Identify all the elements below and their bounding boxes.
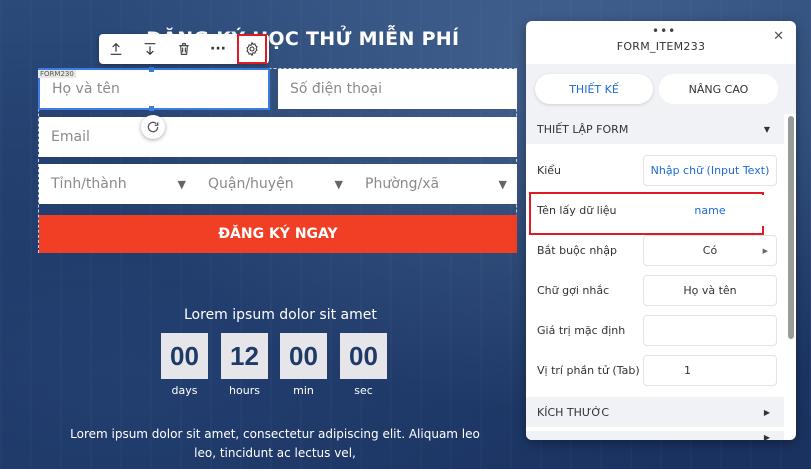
district-select-placeholder: Quận/huyện: [208, 176, 294, 192]
section-form-settings-label: THIẾT LẬP FORM: [537, 122, 629, 136]
email-input[interactable]: Email: [39, 117, 517, 157]
drag-handle-icon[interactable]: •••: [652, 24, 676, 38]
ward-select-placeholder: Phường/xã: [365, 176, 440, 192]
caret-right-icon: ▶: [762, 246, 768, 255]
caret-down-icon: ▼: [763, 124, 770, 134]
countdown-minutes: 00: [280, 333, 327, 379]
ward-select[interactable]: Phường/xã ▼: [353, 164, 517, 204]
placeholder-value: Họ và tên: [683, 284, 737, 297]
caret-right-icon: ▶: [763, 432, 770, 441]
rotate-icon: [147, 121, 159, 133]
chevron-down-icon: ▼: [177, 177, 186, 191]
phone-input-placeholder: Số điện thoại: [290, 81, 383, 97]
body-paragraph: Lorem ipsum dolor sit amet, consectetur …: [70, 427, 480, 460]
type-select[interactable]: Nhập chữ (Input Text): [643, 155, 777, 186]
email-input-placeholder: Email: [51, 129, 90, 145]
element-toolbar: ···: [99, 34, 269, 64]
countdown-days: 00: [161, 333, 208, 379]
required-label: Bắt buộc nhập: [537, 244, 617, 257]
province-select-placeholder: Tỉnh/thành: [51, 176, 127, 192]
tab-index-input[interactable]: 1: [643, 355, 777, 386]
form-tag: FORM230: [38, 70, 76, 78]
data-name-input[interactable]: name: [643, 195, 777, 226]
countdown-hours-label: hours: [229, 384, 260, 397]
required-select[interactable]: Có ▶: [643, 235, 777, 266]
data-name-label: Tên lấy dữ liệu: [537, 204, 617, 217]
settings-panel: ••• ✕ FORM_ITEM233 THIẾT KẾ NÂNG CAO THI…: [526, 21, 796, 440]
move-up-icon: [110, 42, 122, 55]
rotate-handle[interactable]: [141, 115, 165, 139]
countdown-heading: Lorem ipsum dolor sit amet: [184, 307, 377, 323]
caret-right-icon: ▶: [763, 407, 770, 417]
countdown-seconds-label: sec: [354, 384, 373, 397]
default-value-input[interactable]: [643, 315, 777, 346]
tab-advanced[interactable]: NÂNG CAO: [659, 74, 778, 104]
tab-design[interactable]: THIẾT KẾ: [535, 74, 653, 104]
more-icon: ···: [210, 41, 226, 57]
countdown-hours: 12: [221, 333, 268, 379]
tab-index-value: 1: [684, 364, 691, 377]
placeholder-label: Chữ gợi nhắc: [537, 284, 610, 297]
countdown-days-label: days: [171, 384, 198, 397]
section-size-label: KÍCH THƯỚC: [537, 405, 610, 419]
move-down-button[interactable]: [133, 34, 167, 64]
placeholder-input[interactable]: Họ và tên: [643, 275, 777, 306]
panel-scrollbar[interactable]: [788, 116, 794, 339]
type-label: Kiểu: [537, 164, 562, 177]
trash-icon: [179, 43, 189, 55]
phone-input[interactable]: Số điện thoại: [278, 69, 517, 109]
tab-index-label: Vị trí phần tử (Tab): [537, 364, 640, 377]
panel-title: FORM_ITEM233: [616, 40, 706, 53]
settings-button[interactable]: [237, 34, 267, 64]
section-size[interactable]: KÍCH THƯỚC ▶: [526, 397, 784, 427]
section-next[interactable]: ▶: [526, 431, 784, 440]
chevron-down-icon: ▼: [334, 177, 343, 191]
district-select[interactable]: Quận/huyện ▼: [196, 164, 353, 204]
countdown-minutes-label: min: [293, 384, 314, 397]
type-value: Nhập chữ (Input Text): [650, 164, 770, 177]
province-select[interactable]: Tỉnh/thành ▼: [39, 164, 196, 204]
move-down-icon: [144, 43, 156, 56]
gear-icon: [246, 41, 258, 57]
chevron-down-icon: ▼: [498, 177, 507, 191]
countdown-seconds: 00: [340, 333, 387, 379]
more-button[interactable]: ···: [201, 34, 235, 64]
submit-button[interactable]: ĐĂNG KÝ NGAY: [39, 215, 517, 253]
default-value-label: Giá trị mặc định: [537, 324, 626, 337]
section-form-settings[interactable]: THIẾT LẬP FORM ▼: [526, 114, 784, 144]
data-name-value: name: [694, 204, 726, 217]
delete-button[interactable]: [167, 34, 201, 64]
panel-tabs: THIẾT KẾ NÂNG CAO: [526, 64, 796, 114]
required-value: Có: [702, 244, 718, 257]
name-input-placeholder: Họ và tên: [52, 81, 120, 97]
move-up-button[interactable]: [99, 34, 133, 64]
